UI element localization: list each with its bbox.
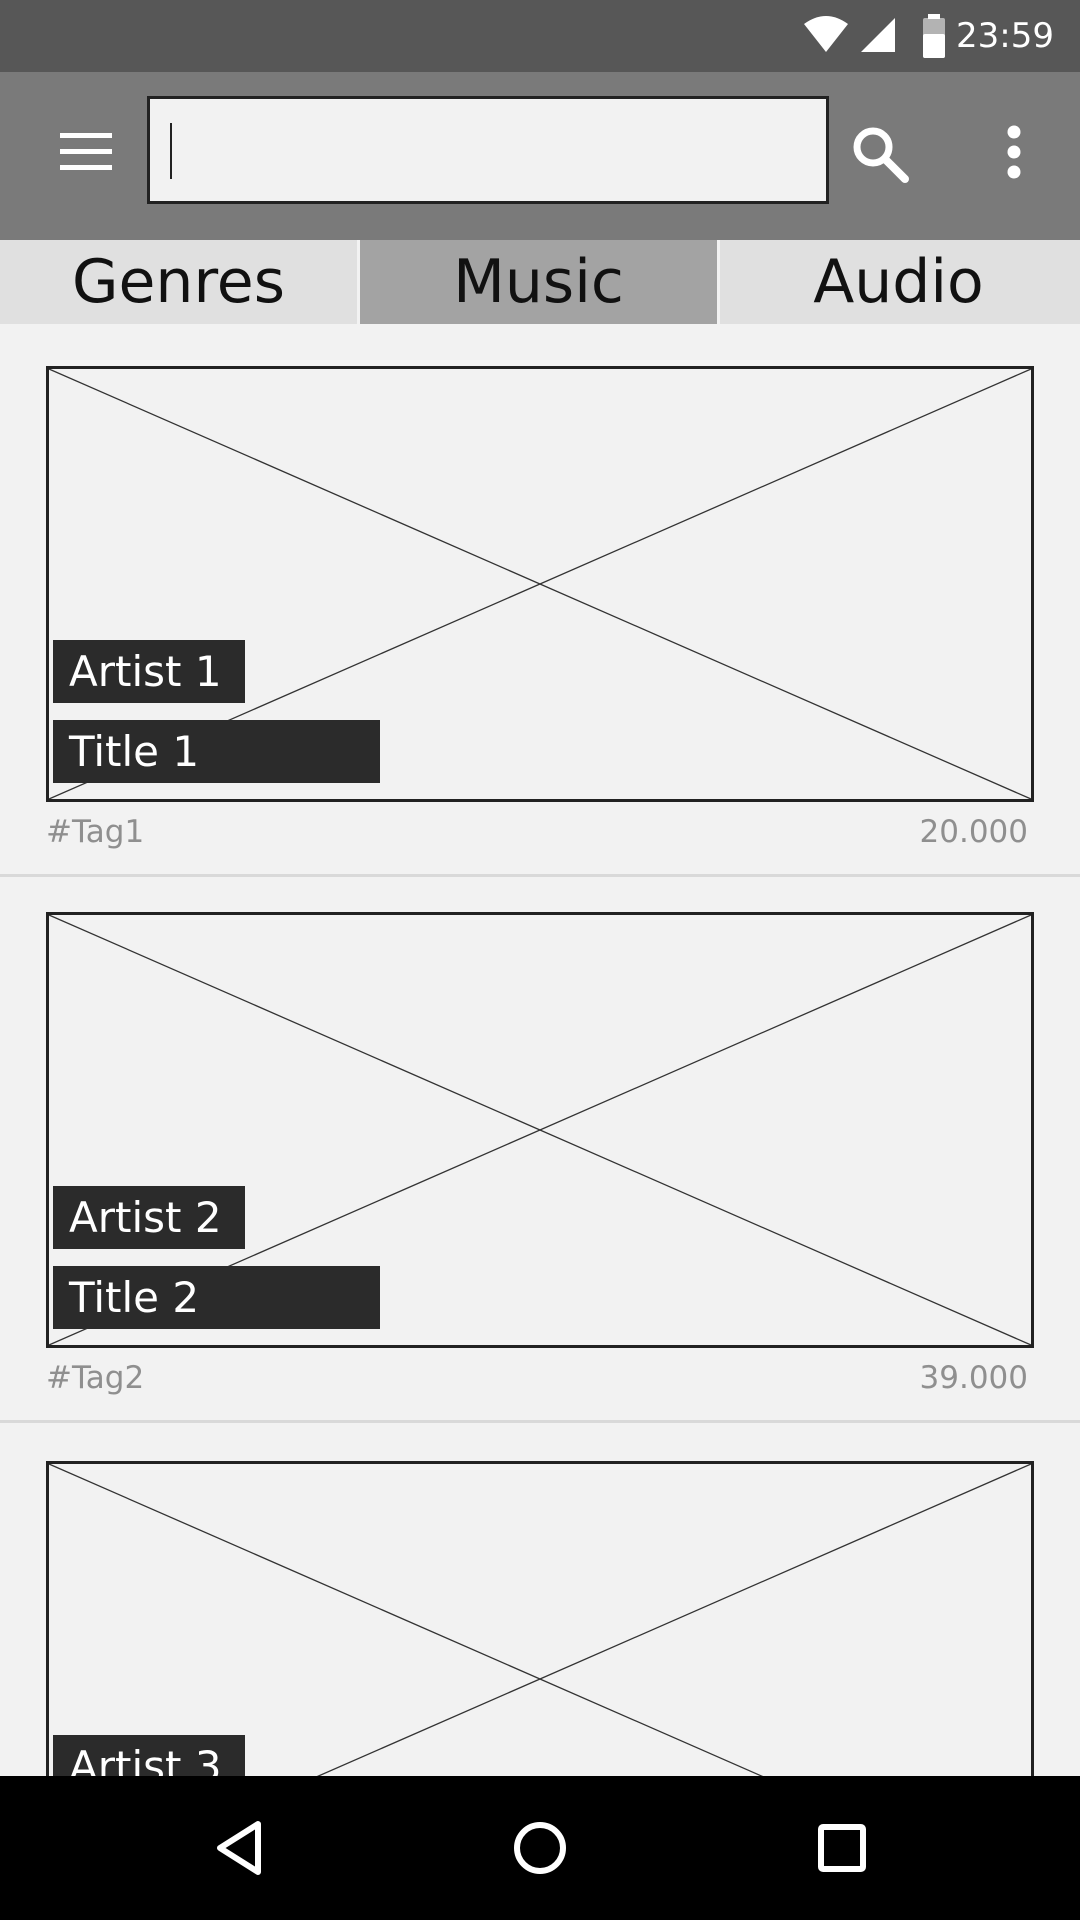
tab-audio-label: Audio — [813, 247, 984, 317]
cover-image-placeholder[interactable]: Artist 1 Title 1 — [46, 366, 1034, 802]
home-icon — [514, 1822, 566, 1874]
battery-icon — [910, 12, 958, 60]
play-count: 20.000 — [919, 814, 1028, 850]
tab-audio[interactable]: Audio — [720, 240, 1077, 324]
back-button[interactable] — [204, 1812, 276, 1884]
search-button[interactable] — [844, 118, 916, 190]
toolbar — [0, 72, 1080, 240]
cover-image-placeholder[interactable]: Artist 3 — [46, 1461, 1034, 1776]
system-nav-bar — [0, 1776, 1080, 1920]
title-label: Title 2 — [53, 1266, 380, 1329]
wifi-icon — [802, 12, 850, 60]
divider — [0, 874, 1080, 877]
back-icon — [217, 1821, 261, 1875]
recents-icon — [818, 1824, 866, 1872]
status-bar: 23:59 — [0, 0, 1080, 72]
play-count: 39.000 — [919, 1360, 1028, 1396]
artist-label: Artist 3 — [53, 1735, 245, 1776]
menu-icon — [60, 133, 112, 170]
search-box — [147, 96, 829, 204]
music-feed[interactable]: Artist 1 Title 1 #Tag1 20.000 Artist 2 T… — [0, 324, 1080, 1776]
recents-button[interactable] — [806, 1812, 878, 1884]
cell-signal-icon — [855, 12, 903, 60]
search-input[interactable] — [150, 99, 826, 201]
cover-image-placeholder[interactable]: Artist 2 Title 2 — [46, 912, 1034, 1348]
home-button[interactable] — [504, 1812, 576, 1884]
divider — [0, 1420, 1080, 1423]
menu-button[interactable] — [50, 116, 122, 188]
tag-link[interactable]: #Tag1 — [46, 812, 144, 852]
search-icon — [853, 127, 909, 183]
status-time: 23:59 — [956, 16, 1054, 56]
tab-genres[interactable]: Genres — [0, 240, 357, 324]
artist-label: Artist 1 — [53, 640, 245, 703]
artist-label: Artist 2 — [53, 1186, 245, 1249]
image-placeholder-icon — [49, 1464, 1031, 1776]
title-label: Title 1 — [53, 720, 380, 783]
more-options-button[interactable] — [988, 116, 1040, 188]
tag-link[interactable]: #Tag2 — [46, 1358, 144, 1398]
tab-bar: Genres Music Audio — [0, 240, 1080, 324]
tab-music[interactable]: Music — [360, 240, 717, 324]
more-vert-icon — [1007, 125, 1021, 179]
text-caret — [170, 123, 172, 179]
tab-genres-label: Genres — [72, 247, 285, 317]
tab-music-label: Music — [453, 247, 624, 317]
